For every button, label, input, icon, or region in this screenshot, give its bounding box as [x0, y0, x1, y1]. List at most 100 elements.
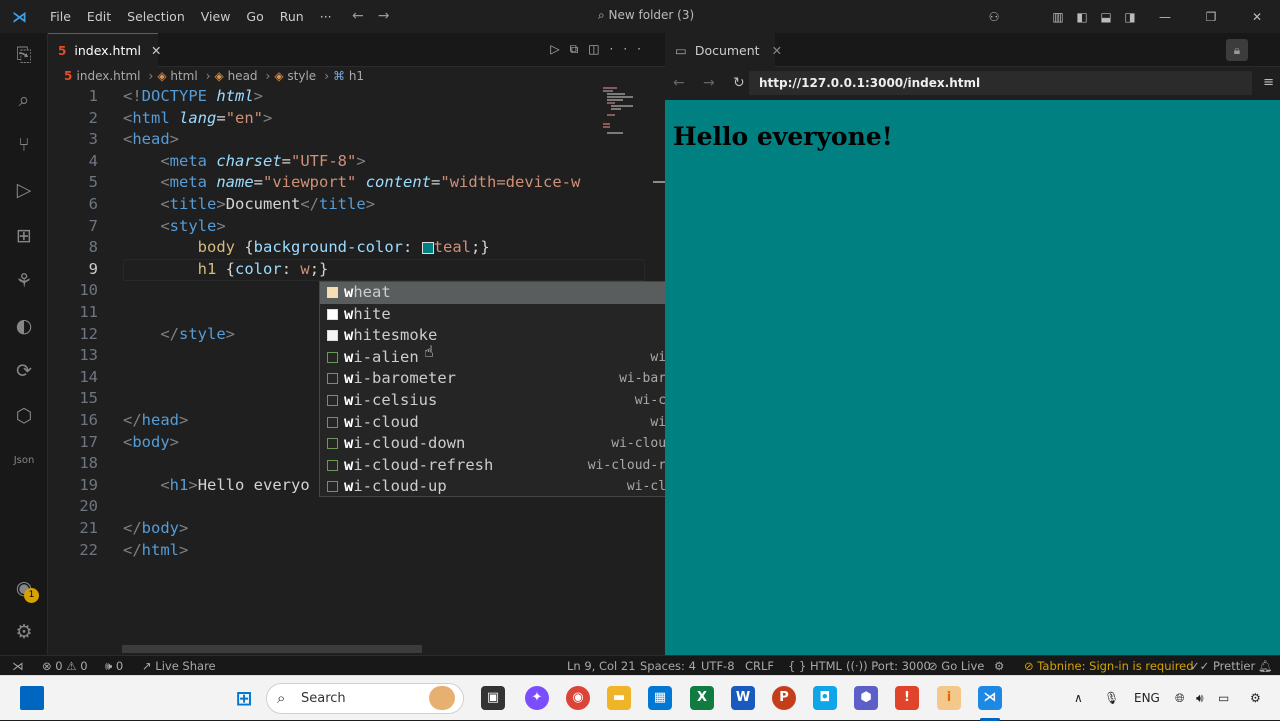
- source-control-icon[interactable]: ⑂: [12, 133, 36, 157]
- port-indicator[interactable]: ((·)) Port: 3000: [846, 656, 931, 676]
- lock-icon[interactable]: 🔒︎: [1226, 39, 1248, 61]
- menu-icon[interactable]: ≡: [1263, 75, 1274, 90]
- ports-indicator[interactable]: 🕪 0: [105, 656, 123, 676]
- network-icon[interactable]: 🌐︎: [1175, 676, 1185, 721]
- microphone-icon[interactable]: 🎙︎: [1104, 676, 1119, 721]
- code-line[interactable]: 6 <title>Document</title>: [48, 194, 665, 216]
- breadcrumb-item[interactable]: 5 index.html: [64, 69, 141, 83]
- copilot-app-icon[interactable]: ✦: [525, 686, 549, 710]
- json-icon[interactable]: Json: [12, 449, 36, 473]
- office-icon[interactable]: !: [895, 686, 919, 710]
- code-line[interactable]: 9 h1 {color: w;}: [48, 259, 665, 281]
- suggestion-item[interactable]: whitesmoke: [320, 325, 722, 347]
- open-preview-icon[interactable]: ⧉: [570, 42, 589, 56]
- reload-icon[interactable]: ↻: [733, 75, 745, 91]
- notification-center-icon[interactable]: ⚙: [1250, 676, 1261, 721]
- restore-button[interactable]: ❐: [1188, 10, 1234, 24]
- tab-index-html[interactable]: 5 index.html ✕: [48, 33, 162, 67]
- tab-document-preview[interactable]: ▭ Document ✕: [665, 33, 782, 67]
- cursor-position[interactable]: Ln 9, Col 21: [567, 656, 636, 676]
- remote-indicator-icon[interactable]: ⋊: [12, 656, 24, 676]
- forward-arrow-icon[interactable]: →: [378, 8, 404, 24]
- volume-icon[interactable]: 🔊︎: [1196, 676, 1204, 721]
- hexagon-icon[interactable]: ⬡: [12, 404, 36, 428]
- extensions-icon[interactable]: ⊞: [12, 224, 36, 248]
- prettier-status[interactable]: ✓✓ Prettier: [1190, 656, 1255, 676]
- code-line[interactable]: 2 <html lang="en">: [48, 108, 665, 130]
- menu-item-selection[interactable]: Selection: [119, 9, 193, 24]
- code-line[interactable]: 22 </html>: [48, 540, 665, 562]
- notifications-bell-icon[interactable]: 🔔︎: [1258, 656, 1273, 676]
- suggestion-item[interactable]: wi-barometerwi-barometer: [320, 368, 722, 390]
- split-editor-icon[interactable]: ◫: [588, 42, 609, 56]
- code-line[interactable]: 21 </body>: [48, 518, 665, 540]
- hexagon-app-icon[interactable]: ⬢: [854, 686, 878, 710]
- code-line[interactable]: 20: [48, 496, 665, 518]
- live-share-button[interactable]: ↗ Live Share: [142, 656, 216, 676]
- toggle-sidebar-icon[interactable]: ◧: [1070, 10, 1094, 24]
- explorer-icon[interactable]: ⎘: [12, 43, 36, 67]
- line-ending[interactable]: CRLF: [745, 656, 774, 676]
- settings-gear-icon[interactable]: ⚙: [12, 620, 36, 644]
- tabnine-status[interactable]: ⊘ Tabnine: Sign-in is required: [1024, 656, 1194, 676]
- tray-overflow-icon[interactable]: ∧: [1074, 676, 1083, 721]
- word-icon[interactable]: W: [731, 686, 755, 710]
- more-actions-icon[interactable]: ···: [610, 42, 651, 56]
- horizontal-scrollbar[interactable]: [122, 645, 422, 653]
- toggle-panel-icon[interactable]: ⬓: [1094, 10, 1118, 24]
- back-icon[interactable]: ←: [673, 75, 685, 91]
- search-icon[interactable]: ⌕: [12, 88, 36, 112]
- menu-item-more[interactable]: ···: [312, 9, 340, 24]
- python-icon[interactable]: ⚘: [12, 269, 36, 293]
- close-icon[interactable]: ✕: [151, 43, 161, 58]
- edge-icon[interactable]: ◐: [12, 314, 36, 338]
- menu-item-go[interactable]: Go: [238, 9, 271, 24]
- copilot-icon[interactable]: ⚇: [982, 10, 1006, 24]
- run-debug-icon[interactable]: ▷: [12, 178, 36, 202]
- problems-indicator[interactable]: ⊗ 0 ⚠ 0: [42, 656, 88, 676]
- vscode-taskbar-icon[interactable]: ⋊: [978, 686, 1002, 710]
- minimize-button[interactable]: —: [1142, 10, 1188, 24]
- powerpoint-icon[interactable]: P: [772, 686, 796, 710]
- breadcrumb-item[interactable]: ◈ style: [274, 69, 316, 83]
- go-live-button[interactable]: ⊘ Go Live: [928, 656, 984, 676]
- widgets-icon[interactable]: [20, 686, 44, 710]
- suggestion-item[interactable]: wi-cloud-refresh wi-cloud-refresh: [320, 455, 722, 477]
- command-center[interactable]: ⌕ New folder (3): [598, 8, 694, 23]
- breadcrumb-item[interactable]: ⌘ h1: [333, 69, 364, 83]
- windows-start-icon[interactable]: ⊞: [232, 686, 256, 710]
- indentation[interactable]: Spaces: 4: [640, 656, 696, 676]
- file-explorer-icon[interactable]: ▬: [607, 686, 631, 710]
- menu-item-edit[interactable]: Edit: [79, 9, 119, 24]
- run-icon[interactable]: ▷: [550, 42, 569, 56]
- menu-item-view[interactable]: View: [193, 9, 239, 24]
- sublime-icon[interactable]: i: [937, 686, 961, 710]
- menu-item-run[interactable]: Run: [272, 9, 312, 24]
- suggestion-item[interactable]: wheat: [320, 282, 722, 304]
- suggestion-item[interactable]: wi-alienwi-alien: [320, 347, 722, 369]
- language-indicator[interactable]: ENG: [1134, 676, 1160, 721]
- store-icon[interactable]: ▦: [648, 686, 672, 710]
- close-icon[interactable]: ✕: [772, 43, 782, 58]
- suggestion-item[interactable]: wi-cloud-down wi-cloud-down: [320, 433, 722, 455]
- remote-icon[interactable]: ⟳: [12, 359, 36, 383]
- taskbar-search[interactable]: ⌕ Search: [266, 683, 464, 714]
- suggestion-item[interactable]: wi-celsiuswi-celsius: [320, 390, 722, 412]
- code-line[interactable]: 3 <head>: [48, 129, 665, 151]
- back-arrow-icon[interactable]: ←: [352, 8, 378, 24]
- code-line[interactable]: 5 <meta name="viewport" content="width=d…: [48, 172, 665, 194]
- excel-icon[interactable]: X: [690, 686, 714, 710]
- close-window-button[interactable]: ✕: [1234, 10, 1280, 24]
- app-icon[interactable]: ◘: [813, 686, 837, 710]
- toggle-secondary-sidebar-icon[interactable]: ◨: [1118, 10, 1142, 24]
- breadcrumb-item[interactable]: ◈ head: [215, 69, 258, 83]
- code-line[interactable]: 4 <meta charset="UTF-8">: [48, 151, 665, 173]
- suggestion-item[interactable]: wi-cloudwi-cloud: [320, 412, 722, 434]
- code-line[interactable]: 8 body {background-color: teal;}: [48, 237, 665, 259]
- battery-icon[interactable]: ▭: [1218, 676, 1229, 721]
- layout-icon[interactable]: ▥: [1046, 10, 1070, 24]
- forward-icon[interactable]: →: [703, 75, 715, 91]
- suggestion-item[interactable]: white: [320, 304, 722, 326]
- language-mode[interactable]: { } HTML: [788, 656, 842, 676]
- chrome-icon[interactable]: ◉: [566, 686, 590, 710]
